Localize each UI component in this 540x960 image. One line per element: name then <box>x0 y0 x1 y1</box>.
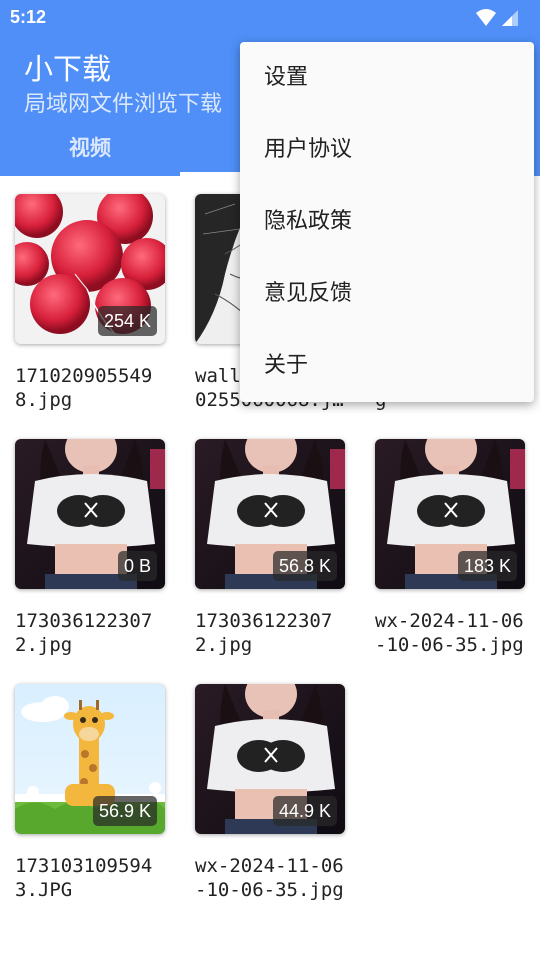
portrait-image: 56.8 K <box>195 439 345 589</box>
app-subtitle: 局域网文件浏览下载 <box>24 92 223 117</box>
signal-icon <box>502 10 518 26</box>
file-item[interactable]: 56.8 K 1730361223072.jpg <box>195 439 345 657</box>
status-icons <box>474 8 522 28</box>
file-item[interactable]: 44.9 K wx-2024-11-06-10-06-35.jpg <box>195 684 345 902</box>
file-size-badge: 56.8 K <box>272 551 337 581</box>
file-item[interactable]: 0 B 1730361223072.jpg <box>15 439 165 657</box>
file-name: 1730361223072.jpg <box>15 610 153 656</box>
overflow-menu: 设置 用户协议 隐私政策 意见反馈 关于 <box>240 42 534 402</box>
file-name: 1730361223072.jpg <box>195 610 333 656</box>
file-name: wx-2024-11-06-10-06-35.jpg <box>195 855 344 901</box>
file-item[interactable]: 56.9 K 1731031095943.JPG <box>15 684 165 902</box>
giraffe-cartoon-image: 56.9 K <box>15 684 165 834</box>
status-time: 5:12 <box>10 7 47 27</box>
file-name: 1731031095943.JPG <box>15 855 153 901</box>
portrait-image: 183 K <box>375 439 525 589</box>
menu-item-settings[interactable]: 设置 <box>240 42 534 114</box>
file-size-badge: 254 K <box>97 306 157 336</box>
menu-item-about[interactable]: 关于 <box>240 330 534 402</box>
status-bar: 5:12 <box>0 0 540 36</box>
wifi-icon <box>476 9 496 26</box>
app-title: 小下载 <box>24 52 112 86</box>
menu-item-privacy-policy[interactable]: 隐私政策 <box>240 186 534 258</box>
file-name: wx-2024-11-06-10-06-35.jpg <box>375 610 524 656</box>
file-size-badge: 183 K <box>457 551 517 581</box>
tab-videos[interactable]: 视频 <box>0 122 180 176</box>
file-item[interactable]: 254 K 1710209055498.jpg <box>15 194 165 412</box>
file-size-badge: 56.9 K <box>92 796 157 826</box>
menu-item-feedback[interactable]: 意见反馈 <box>240 258 534 330</box>
file-item[interactable]: 183 K wx-2024-11-06-10-06-35.jpg <box>375 439 525 657</box>
file-name: 1710209055498.jpg <box>15 365 153 411</box>
file-size-badge: 0 B <box>117 551 157 581</box>
file-size-badge: 44.9 K <box>272 796 337 826</box>
radish-image: 254 K <box>15 194 165 344</box>
portrait-image: 0 B <box>15 439 165 589</box>
portrait-image: 44.9 K <box>195 684 345 834</box>
menu-item-user-agreement[interactable]: 用户协议 <box>240 114 534 186</box>
